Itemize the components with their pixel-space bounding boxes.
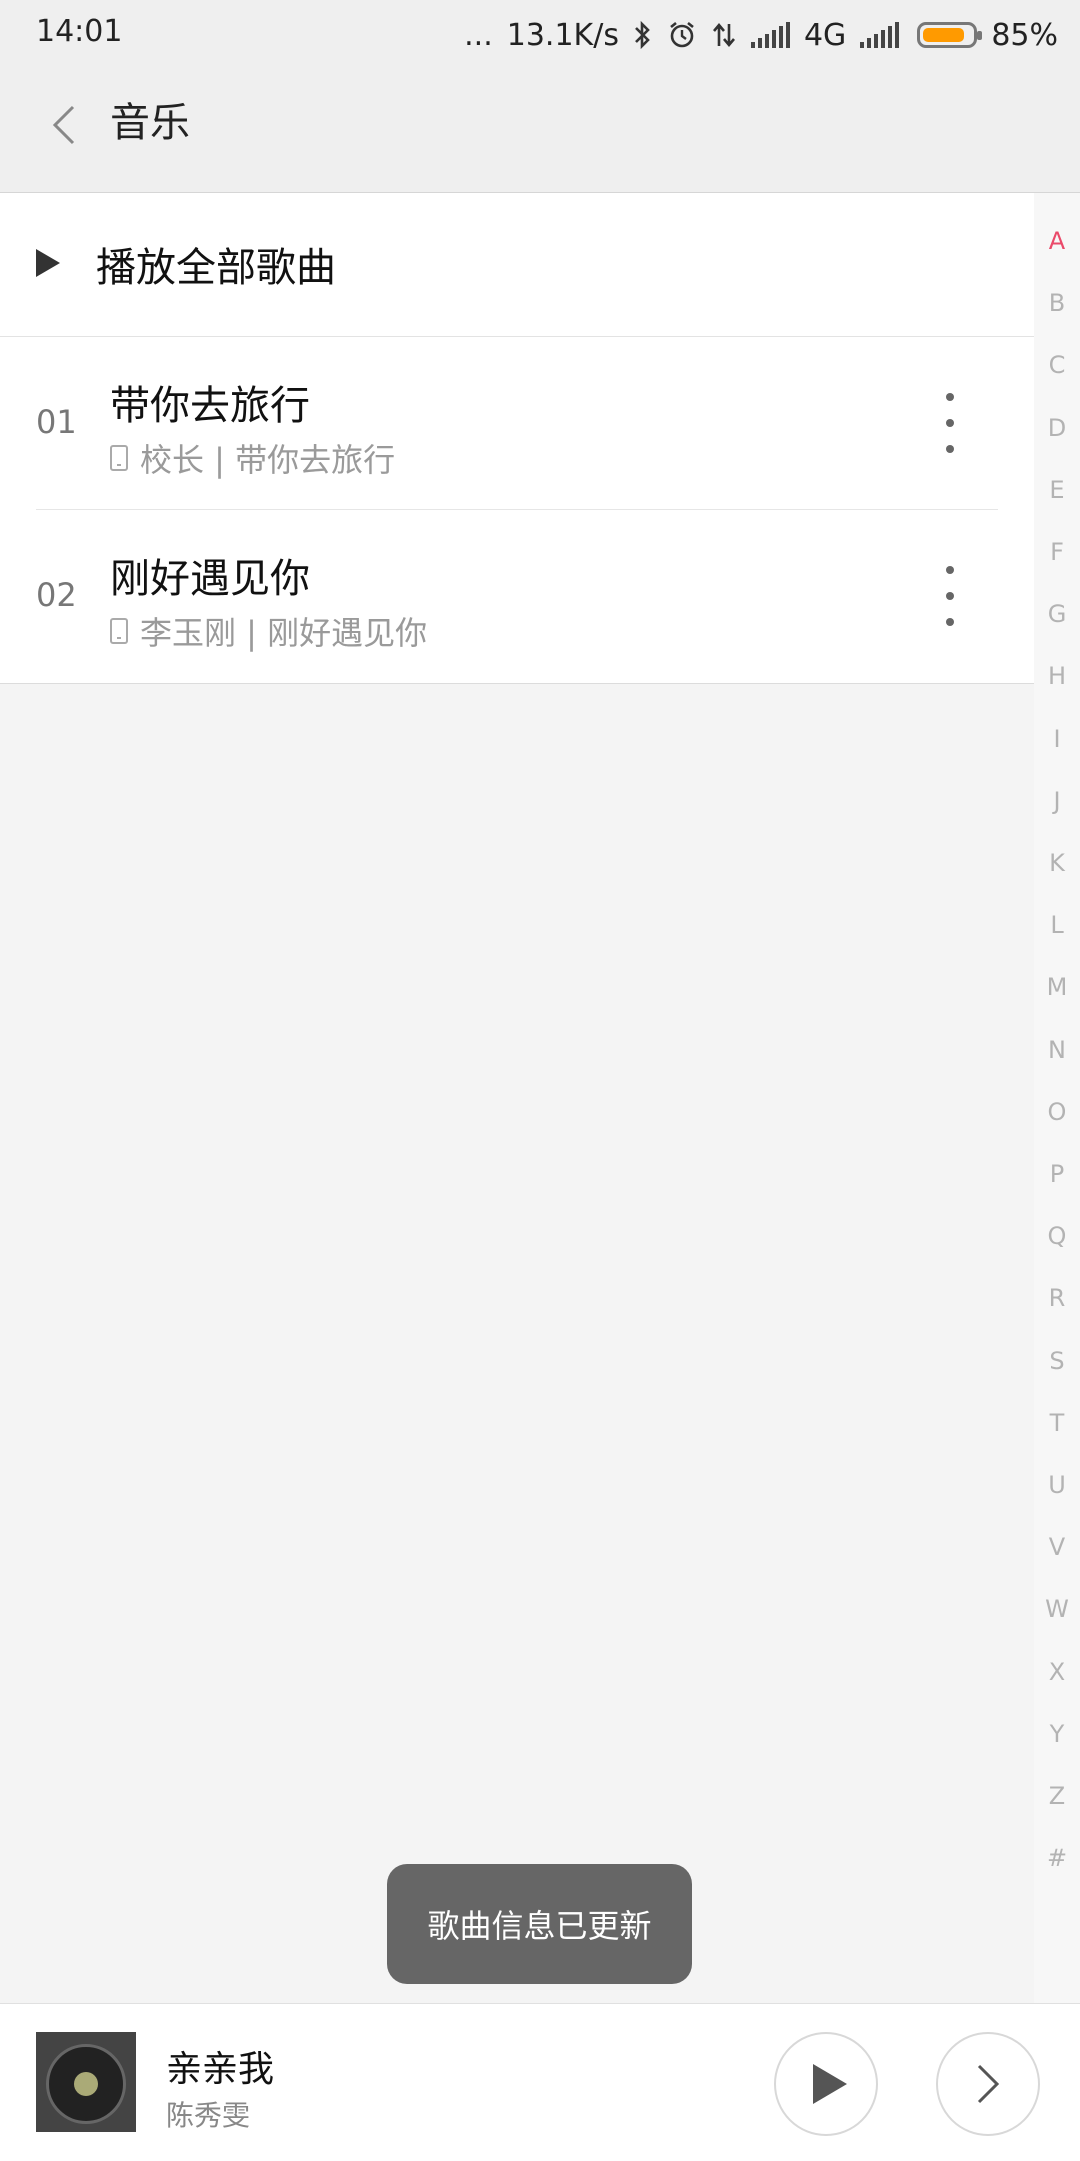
index-letter-u[interactable]: U: [1034, 1471, 1080, 1499]
index-letter-o[interactable]: O: [1034, 1098, 1080, 1126]
chevron-left-icon[interactable]: [44, 94, 84, 156]
index-letter-p[interactable]: P: [1034, 1160, 1080, 1188]
play-all-button[interactable]: 播放全部歌曲: [0, 193, 1034, 337]
status-time: 14:01: [36, 14, 123, 49]
song-title: 刚好遇见你: [110, 556, 310, 602]
battery-fill: [923, 28, 965, 42]
index-letter-n[interactable]: N: [1034, 1036, 1080, 1064]
disc-center: [74, 2072, 98, 2096]
list-item[interactable]: 02 刚好遇见你 李玉刚 | 刚好遇见你: [0, 510, 1034, 683]
more-options-icon[interactable]: [928, 393, 972, 453]
index-letter-d[interactable]: D: [1034, 414, 1080, 442]
index-letter-b[interactable]: B: [1034, 289, 1080, 317]
alphabet-index[interactable]: A B C D E F G H I J K L M N O P Q R S T U V W X Y Z #: [1034, 193, 1080, 2003]
index-letter-r[interactable]: R: [1034, 1284, 1080, 1312]
more-options-icon[interactable]: [928, 566, 972, 626]
index-letter-x[interactable]: X: [1034, 1658, 1080, 1686]
play-icon: [813, 2064, 847, 2104]
song-list: 播放全部歌曲 01 带你去旅行 校长 | 带你去旅行 02 刚好遇见你 李玉刚 …: [0, 193, 1034, 684]
index-letter-y[interactable]: Y: [1034, 1720, 1080, 1748]
song-subtitle-row: 李玉刚 | 刚好遇见你: [110, 608, 427, 654]
index-letter-hash[interactable]: #: [1034, 1844, 1080, 1872]
mini-player[interactable]: 亲亲我 陈秀雯: [0, 2003, 1080, 2161]
signal-icon: [750, 22, 790, 48]
battery-percent: 85%: [991, 17, 1058, 53]
index-letter-z[interactable]: Z: [1034, 1782, 1080, 1810]
index-letter-h[interactable]: H: [1034, 662, 1080, 690]
network-type: 4G: [803, 17, 847, 53]
index-letter-w[interactable]: W: [1034, 1595, 1080, 1623]
index-letter-i[interactable]: I: [1034, 725, 1080, 753]
battery-tip: [977, 31, 983, 40]
index-letter-s[interactable]: S: [1034, 1347, 1080, 1375]
index-letter-t[interactable]: T: [1034, 1409, 1080, 1437]
song-subtitle: 校长 | 带你去旅行: [140, 441, 396, 479]
index-letter-c[interactable]: C: [1034, 351, 1080, 379]
index-letter-f[interactable]: F: [1034, 538, 1080, 566]
index-letter-l[interactable]: L: [1034, 911, 1080, 939]
signal-icon-2: [860, 22, 900, 48]
battery-icon: [917, 22, 983, 48]
alarm-icon: [667, 20, 697, 50]
song-subtitle-row: 校长 | 带你去旅行: [110, 435, 395, 481]
index-letter-j[interactable]: J: [1034, 787, 1080, 815]
song-subtitle: 李玉刚 | 刚好遇见你: [140, 614, 428, 652]
index-letter-v[interactable]: V: [1034, 1533, 1080, 1561]
index-letter-q[interactable]: Q: [1034, 1222, 1080, 1250]
more-dots: ...: [464, 17, 493, 53]
now-playing-title: 亲亲我: [166, 2049, 275, 2090]
status-bar: 14:01 ... 13.1K/s 4G 85%: [0, 0, 1080, 70]
phone-icon: [110, 618, 128, 644]
play-icon: [36, 249, 60, 277]
index-letter-e[interactable]: E: [1034, 476, 1080, 504]
list-item[interactable]: 01 带你去旅行 校长 | 带你去旅行: [0, 337, 1034, 510]
now-playing-artist: 陈秀雯: [166, 2099, 251, 2132]
index-letter-m[interactable]: M: [1034, 973, 1080, 1001]
status-icons: ... 13.1K/s 4G 85%: [464, 12, 1058, 58]
bluetooth-icon: [633, 20, 653, 50]
song-title: 带你去旅行: [110, 383, 310, 429]
index-letter-g[interactable]: G: [1034, 600, 1080, 628]
album-cover[interactable]: [36, 2032, 136, 2132]
toast-message: 歌曲信息已更新: [387, 1864, 692, 1984]
data-transfer-icon: [711, 20, 737, 50]
chevron-right-icon: [977, 2064, 1000, 2104]
page-title: 音乐: [110, 100, 190, 146]
phone-icon: [110, 445, 128, 471]
next-button[interactable]: [936, 2032, 1040, 2136]
play-all-label: 播放全部歌曲: [96, 245, 336, 291]
play-button[interactable]: [774, 2032, 878, 2136]
track-number: 02: [36, 576, 77, 614]
track-number: 01: [36, 403, 77, 441]
app-header: 音乐: [0, 70, 1080, 193]
network-speed: 13.1K/s: [506, 17, 619, 53]
index-letter-k[interactable]: K: [1034, 849, 1080, 877]
index-letter-a[interactable]: A: [1034, 227, 1080, 255]
